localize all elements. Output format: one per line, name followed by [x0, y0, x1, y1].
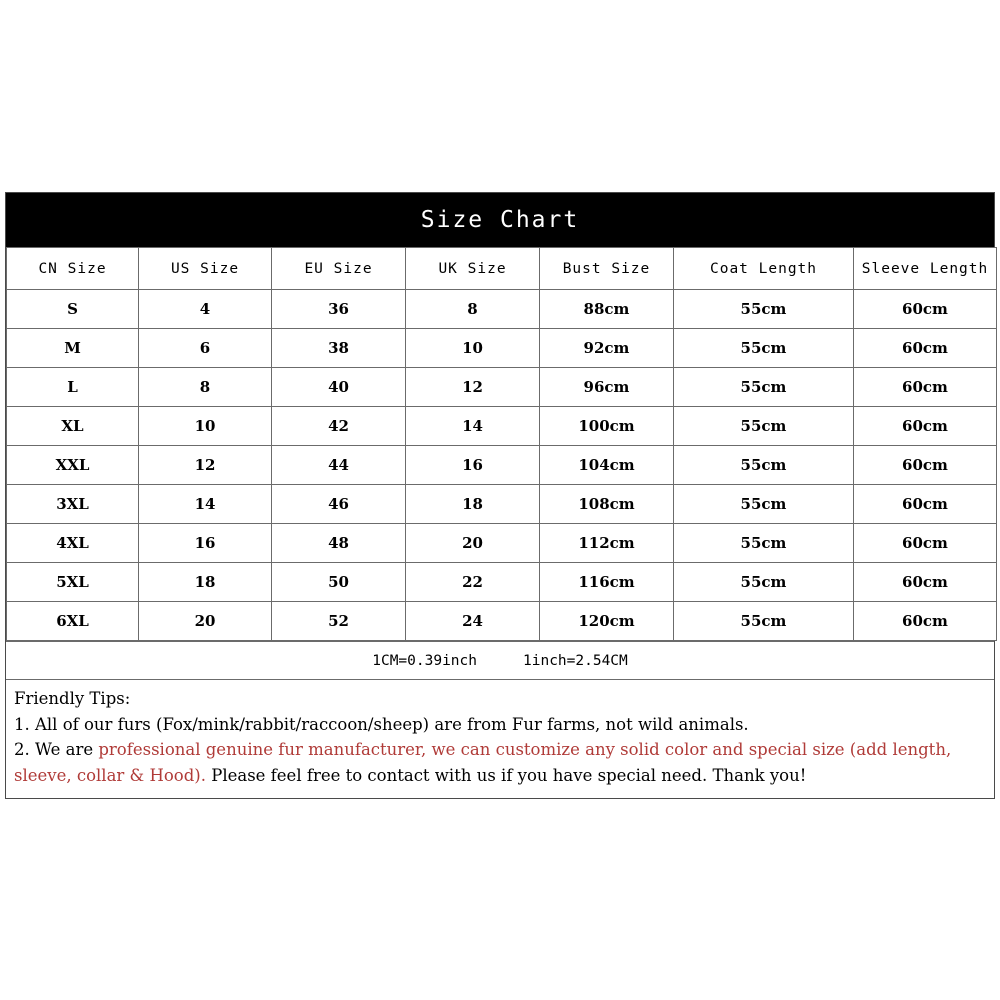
- cell-eu-size: 48: [271, 523, 406, 563]
- cell-bust-size: 108cm: [539, 484, 674, 524]
- size-chart-title-bar: Size Chart: [6, 193, 994, 247]
- table-row: 3XL 14 46 18 108cm 55cm 60cm: [6, 484, 997, 524]
- cell-us-size: 20: [138, 601, 272, 641]
- tips-line-1: 1. All of our furs (Fox/mink/rabbit/racc…: [14, 714, 749, 734]
- size-chart-container: Size Chart CN Size US Size EU Size UK Si…: [5, 192, 997, 799]
- cell-eu-size: 46: [271, 484, 406, 524]
- table-row: 6XL 20 52 24 120cm 55cm 60cm: [6, 601, 997, 641]
- cell-sleeve-length: 60cm: [853, 601, 997, 641]
- cell-cn-size: 3XL: [6, 484, 139, 524]
- cell-us-size: 4: [138, 289, 272, 329]
- cell-uk-size: 18: [405, 484, 540, 524]
- column-header-bust-size: Bust Size: [539, 247, 674, 290]
- cell-us-size: 14: [138, 484, 272, 524]
- cell-sleeve-length: 60cm: [853, 523, 997, 563]
- tips-heading: Friendly Tips:: [14, 689, 131, 708]
- cell-coat-length: 55cm: [673, 601, 854, 641]
- cell-eu-size: 52: [271, 601, 406, 641]
- cell-bust-size: 104cm: [539, 445, 674, 485]
- cell-bust-size: 96cm: [539, 367, 674, 407]
- size-chart-table: CN Size US Size EU Size UK Size Bust Siz…: [6, 247, 997, 641]
- cell-eu-size: 44: [271, 445, 406, 485]
- page-title: Size Chart: [420, 207, 580, 233]
- column-header-sleeve-length: Sleeve Length: [853, 247, 997, 290]
- column-header-us-size: US Size: [138, 247, 272, 290]
- cell-eu-size: 50: [271, 562, 406, 602]
- cell-bust-size: 88cm: [539, 289, 674, 329]
- cell-cn-size: XL: [6, 406, 139, 446]
- cell-eu-size: 36: [271, 289, 406, 329]
- column-header-eu-size: EU Size: [271, 247, 406, 290]
- cell-eu-size: 40: [271, 367, 406, 407]
- cell-uk-size: 22: [405, 562, 540, 602]
- tips-line-2-suffix: Please feel free to contact with us if y…: [205, 765, 807, 785]
- tips-line-2-prefix: 2. We are: [14, 740, 99, 759]
- table-row: M 6 38 10 92cm 55cm 60cm: [6, 328, 997, 368]
- cell-uk-size: 24: [405, 601, 540, 641]
- table-row: L 8 40 12 96cm 55cm 60cm: [6, 367, 997, 407]
- column-header-uk-size: UK Size: [405, 247, 540, 290]
- table-row: 5XL 18 50 22 116cm 55cm 60cm: [6, 562, 997, 602]
- cell-us-size: 10: [138, 406, 272, 446]
- cell-coat-length: 55cm: [673, 484, 854, 524]
- cell-sleeve-length: 60cm: [853, 445, 997, 485]
- cell-uk-size: 12: [405, 367, 540, 407]
- cell-cn-size: 5XL: [6, 562, 139, 602]
- cell-eu-size: 42: [271, 406, 406, 446]
- cell-sleeve-length: 60cm: [853, 367, 997, 407]
- cell-cn-size: L: [6, 367, 139, 407]
- cell-sleeve-length: 60cm: [853, 328, 997, 368]
- cell-us-size: 8: [138, 367, 272, 407]
- table-row: XL 10 42 14 100cm 55cm 60cm: [6, 406, 997, 446]
- table-row: XXL 12 44 16 104cm 55cm 60cm: [6, 445, 997, 485]
- cell-coat-length: 55cm: [673, 406, 854, 446]
- cell-uk-size: 8: [405, 289, 540, 329]
- cell-eu-size: 38: [271, 328, 406, 368]
- tips-line-2: 2. We are professional genuine fur manuf…: [14, 737, 986, 788]
- cell-us-size: 16: [138, 523, 272, 563]
- cell-us-size: 6: [138, 328, 272, 368]
- cell-sleeve-length: 60cm: [853, 406, 997, 446]
- cell-cn-size: S: [6, 289, 139, 329]
- table-row: 4XL 16 48 20 112cm 55cm 60cm: [6, 523, 997, 563]
- cell-cn-size: M: [6, 328, 139, 368]
- cell-uk-size: 14: [405, 406, 540, 446]
- friendly-tips-box: Friendly Tips: 1. All of our furs (Fox/m…: [6, 679, 994, 798]
- unit-conversion-row: 1CM=0.39inch 1inch=2.54CM: [6, 641, 994, 679]
- cell-bust-size: 116cm: [539, 562, 674, 602]
- conversion-inch-to-cm: 1inch=2.54CM: [523, 652, 628, 669]
- cell-coat-length: 55cm: [673, 562, 854, 602]
- cell-bust-size: 120cm: [539, 601, 674, 641]
- cell-coat-length: 55cm: [673, 289, 854, 329]
- cell-cn-size: XXL: [6, 445, 139, 485]
- conversion-cm-to-inch: 1CM=0.39inch: [372, 652, 477, 669]
- cell-bust-size: 100cm: [539, 406, 674, 446]
- column-header-coat-length: Coat Length: [673, 247, 854, 290]
- cell-bust-size: 92cm: [539, 328, 674, 368]
- cell-cn-size: 4XL: [6, 523, 139, 563]
- cell-coat-length: 55cm: [673, 523, 854, 563]
- cell-bust-size: 112cm: [539, 523, 674, 563]
- column-header-cn-size: CN Size: [6, 247, 139, 290]
- cell-coat-length: 55cm: [673, 445, 854, 485]
- cell-uk-size: 10: [405, 328, 540, 368]
- cell-us-size: 18: [138, 562, 272, 602]
- table-header-row: CN Size US Size EU Size UK Size Bust Siz…: [6, 247, 997, 290]
- cell-uk-size: 16: [405, 445, 540, 485]
- cell-coat-length: 55cm: [673, 328, 854, 368]
- table-row: S 4 36 8 88cm 55cm 60cm: [6, 289, 997, 329]
- cell-us-size: 12: [138, 445, 272, 485]
- cell-sleeve-length: 60cm: [853, 562, 997, 602]
- cell-uk-size: 20: [405, 523, 540, 563]
- cell-sleeve-length: 60cm: [853, 484, 997, 524]
- cell-sleeve-length: 60cm: [853, 289, 997, 329]
- cell-coat-length: 55cm: [673, 367, 854, 407]
- cell-cn-size: 6XL: [6, 601, 139, 641]
